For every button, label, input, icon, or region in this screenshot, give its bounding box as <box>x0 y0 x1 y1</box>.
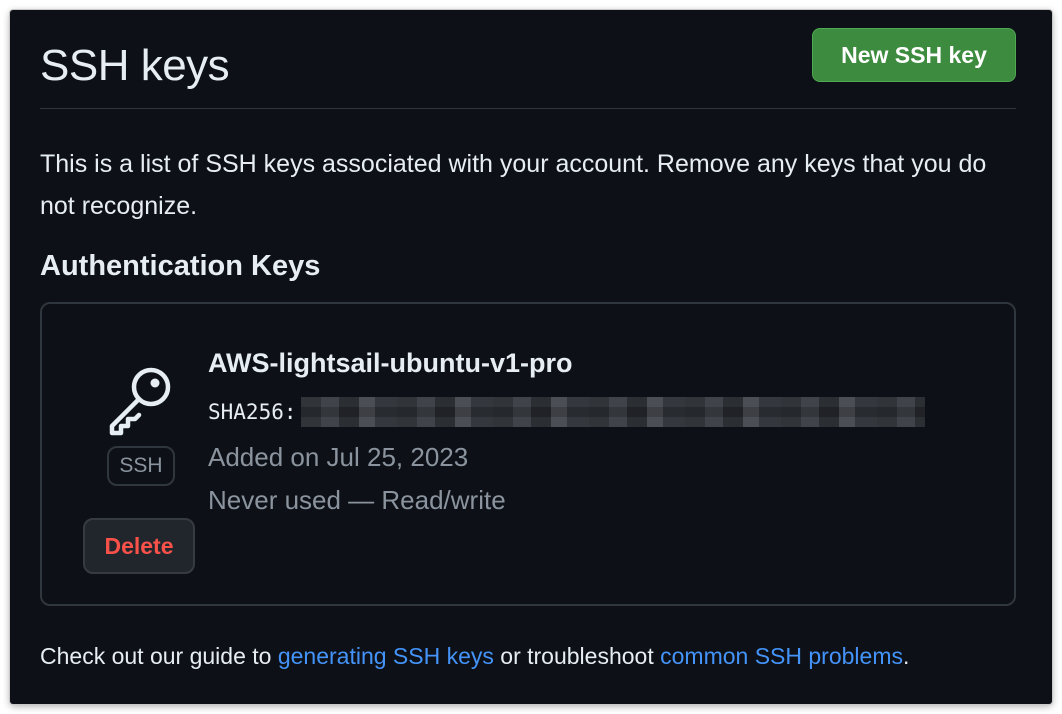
common-ssh-problems-link[interactable]: common SSH problems <box>660 643 903 669</box>
key-title: AWS-lightsail-ubuntu-v1-pro <box>208 348 573 378</box>
page-title: SSH keys <box>40 41 230 90</box>
intro-text: This is a list of SSH keys associated wi… <box>40 150 987 220</box>
key-added-date: Added on Jul 25, 2023 <box>208 442 469 472</box>
generating-ssh-keys-link[interactable]: generating SSH keys <box>278 643 494 669</box>
fingerprint-label: SHA256: <box>208 400 297 424</box>
section-title: Authentication Keys <box>40 250 321 282</box>
delete-key-button[interactable]: Delete <box>83 518 195 574</box>
ssh-key-card: SSH Delete AWS-lightsail-ubuntu-v1-pro S… <box>40 302 1016 606</box>
footer-text-before: Check out our guide to <box>40 643 278 669</box>
new-ssh-key-button[interactable]: New SSH key <box>812 28 1016 82</box>
key-usage-status: Never used — Read/write <box>208 485 506 515</box>
redacted-fingerprint <box>300 397 925 427</box>
ssh-type-badge: SSH <box>107 446 175 486</box>
footer-text-after: . <box>902 643 910 669</box>
settings-panel: SSH keys New SSH key This is a list of S… <box>10 10 1052 704</box>
help-footer: Check out our guide to generating SSH ke… <box>40 643 1030 670</box>
key-icon <box>109 367 171 436</box>
key-fingerprint: SHA256: <box>208 395 925 429</box>
footer-text-middle: or troubleshoot <box>493 643 661 669</box>
page-header: SSH keys New SSH key <box>40 28 1016 109</box>
